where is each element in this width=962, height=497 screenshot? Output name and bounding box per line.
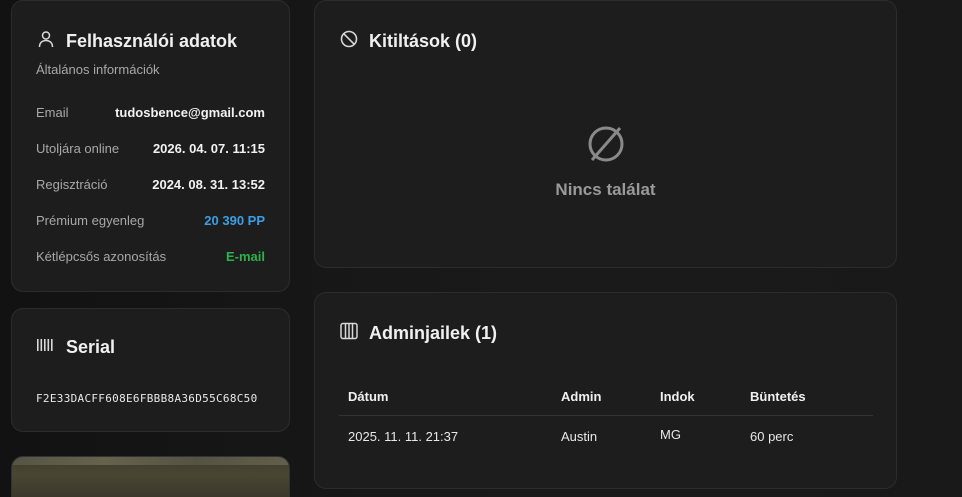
admin-jail-card: Adminjailek (1) Dátum Admin Indok Büntet…	[314, 292, 897, 489]
barcode-icon	[36, 337, 56, 358]
last-online-value: 2026. 04. 07. 11:15	[152, 141, 265, 156]
user-data-card: Felhasználói adatok Általános információ…	[11, 0, 290, 292]
registration-label: Regisztráció	[36, 177, 108, 192]
premium-balance-value: 20 390 PP	[204, 213, 265, 228]
two-factor-label: Kétlépcsős azonosítás	[36, 249, 167, 264]
bans-title: Kitiltások (0)	[369, 31, 478, 51]
serial-code: F2E33DACFF608E6FBBB8A36D55C68C50	[36, 392, 258, 405]
column-header-penalty: Büntetés	[750, 388, 806, 404]
email-value: tudosbence@gmail.com	[115, 105, 265, 120]
empty-result-text: Nincs találat	[555, 180, 656, 199]
user-data-subtitle: Általános információk	[36, 62, 160, 77]
two-factor-value: E-mail	[225, 249, 265, 264]
column-header-admin: Admin	[561, 388, 602, 404]
bans-card: Kitiltások (0) Nincs találat	[314, 0, 897, 268]
empty-set-icon	[585, 123, 627, 170]
admin-jail-table: Dátum Admin Indok Büntetés 2025. 11. 11.…	[339, 377, 873, 456]
user-data-header: Felhasználói adatok	[36, 29, 237, 54]
admin-jail-header: Adminjailek (1)	[339, 321, 497, 346]
cell-reason: MG	[660, 426, 681, 442]
column-header-reason: Indok	[660, 388, 695, 404]
jail-bars-icon	[339, 321, 359, 346]
table-header: Dátum Admin Indok Büntetés	[339, 377, 873, 416]
premium-balance-label: Prémium egyenleg	[36, 213, 145, 228]
registration-value: 2024. 08. 31. 13:52	[152, 177, 265, 192]
serial-card: Serial F2E33DACFF608E6FBBB8A36D55C68C50	[11, 308, 290, 432]
image-stripe	[12, 457, 289, 465]
email-label: Email	[36, 105, 69, 120]
cell-penalty: 60 perc	[750, 428, 794, 444]
serial-header: Serial	[36, 337, 115, 358]
info-row-two-factor: Kétlépcsős azonosítás E-mail	[36, 249, 265, 264]
last-online-label: Utoljára online	[36, 141, 120, 156]
bans-header: Kitiltások (0)	[339, 29, 477, 54]
cell-date: 2025. 11. 11. 21:37	[348, 428, 459, 444]
table-row: 2025. 11. 11. 21:37 Austin MG 60 perc	[339, 416, 873, 456]
admin-jail-title: Adminjailek (1)	[369, 323, 498, 343]
user-data-title: Felhasználói adatok	[66, 31, 238, 51]
cell-admin: Austin	[561, 428, 598, 444]
serial-title: Serial	[66, 337, 116, 357]
column-header-date: Dátum	[348, 388, 389, 404]
info-row-email: Email tudosbence@gmail.com	[36, 105, 265, 120]
info-row-registration: Regisztráció 2024. 08. 31. 13:52	[36, 177, 265, 192]
info-row-last-online: Utoljára online 2026. 04. 07. 11:15	[36, 141, 265, 156]
image-card	[11, 456, 290, 497]
user-icon	[36, 29, 56, 54]
info-row-premium-balance: Prémium egyenleg 20 390 PP	[36, 213, 265, 228]
page: Felhasználói adatok Általános információ…	[0, 0, 962, 497]
ban-icon	[339, 29, 359, 54]
